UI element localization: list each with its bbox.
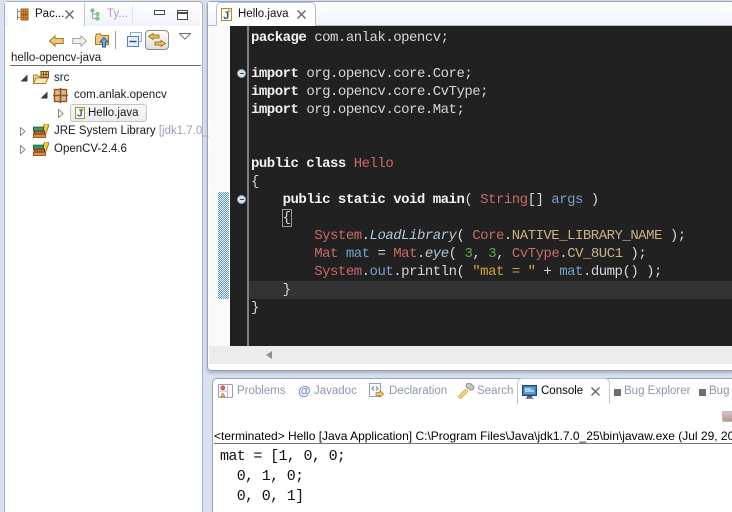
svg-text:J: J (77, 109, 83, 119)
svg-text:J: J (223, 10, 229, 21)
